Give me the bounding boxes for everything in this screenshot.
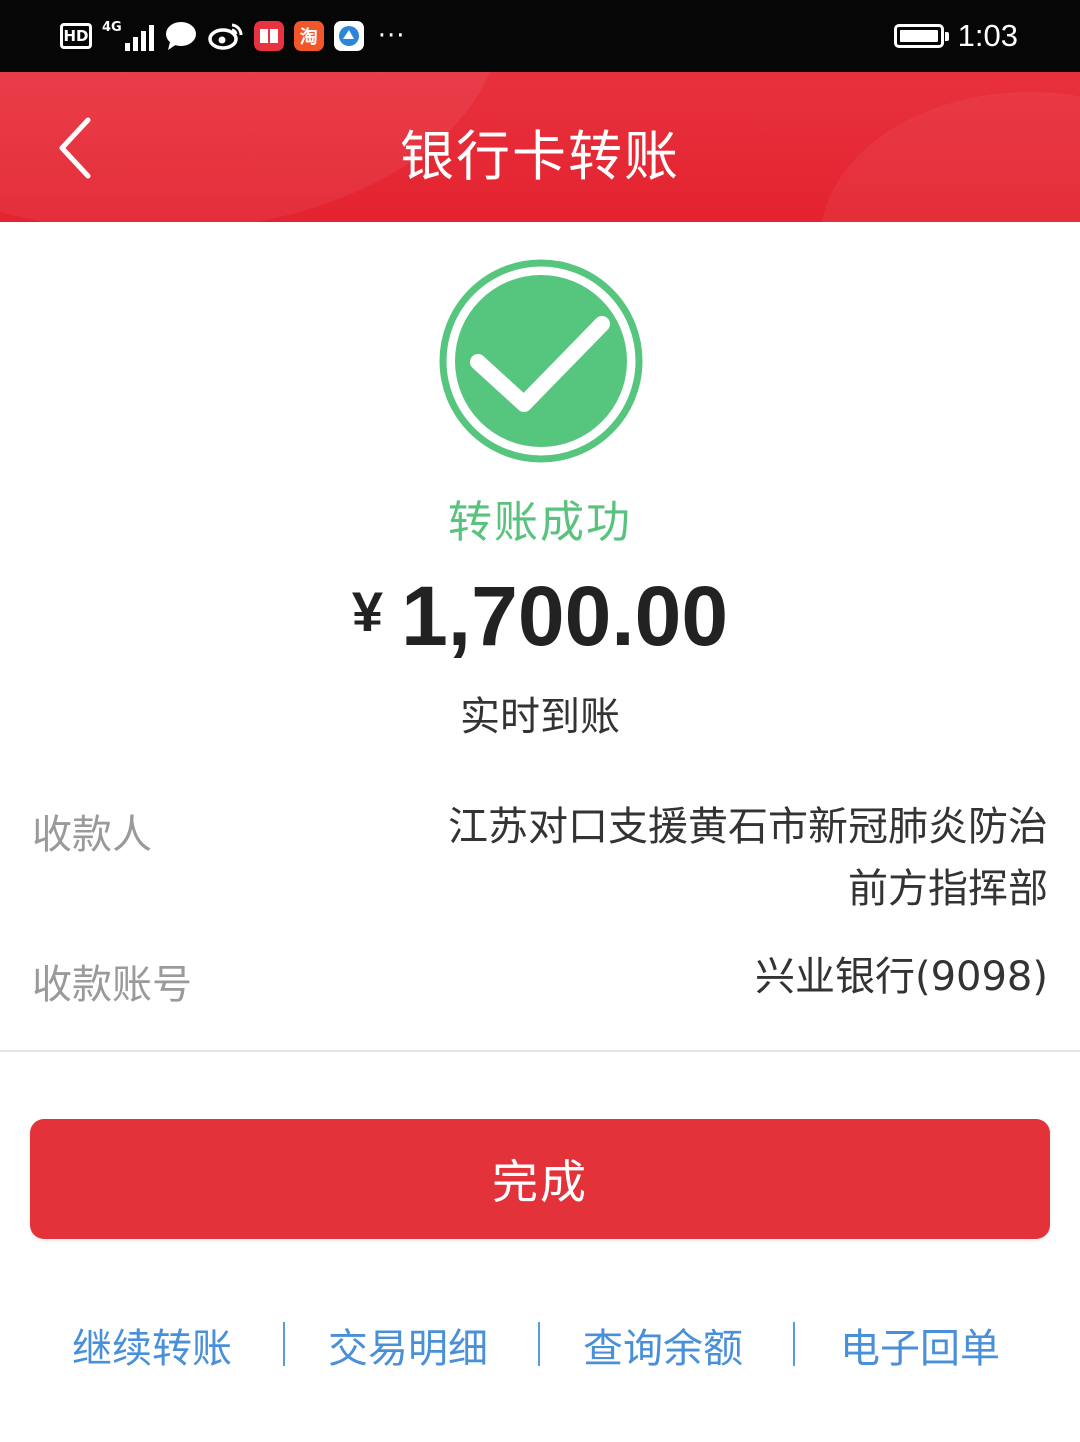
transfer-result-page: HD 4G 淘 ··· 1:03 银行卡转账 转账成功 ¥ 1,700.00 实… — [0, 0, 1080, 1442]
check-circle-icon — [439, 259, 643, 463]
app-header: 银行卡转账 — [0, 72, 1080, 222]
reader-app-icon — [253, 21, 284, 51]
network-type: 4G — [102, 20, 122, 35]
transaction-details-link[interactable]: 交易明细 — [328, 1316, 488, 1374]
status-bar: HD 4G 淘 ··· 1:03 — [0, 0, 1080, 72]
account-value: 兴业银行(9098) — [754, 954, 1048, 1000]
link-separator — [283, 1322, 285, 1366]
divider — [0, 1050, 1080, 1052]
signal-icon: 4G — [102, 21, 154, 51]
transfer-amount: ¥1,700.00 — [0, 568, 1080, 665]
hd-icon: HD — [60, 23, 92, 49]
continue-transfer-link[interactable]: 继续转账 — [72, 1316, 232, 1374]
currency-symbol: ¥ — [351, 580, 384, 643]
link-separator — [538, 1322, 540, 1366]
page-title: 银行卡转账 — [400, 125, 680, 188]
browser-app-icon — [333, 21, 364, 51]
payee-line-1: 江苏对口支援黄石市新冠肺炎防治 — [448, 804, 1048, 850]
check-balance-link[interactable]: 查询余额 — [583, 1316, 743, 1374]
status-icons-right: 1:03 — [893, 14, 1018, 58]
amount-value: 1,700.00 — [401, 569, 729, 663]
payee-line-2: 前方指挥部 — [848, 866, 1048, 912]
weibo-icon — [207, 23, 243, 50]
more-notifications-icon: ··· — [377, 21, 406, 51]
taobao-app-icon: 淘 — [293, 21, 324, 51]
quick-links: 继续转账 交易明细 查询余额 电子回单 — [0, 1316, 1080, 1380]
payee-value: 江苏对口支援黄石市新冠肺炎防治 前方指挥部 — [448, 796, 1048, 920]
arrival-type: 实时到账 — [460, 694, 620, 740]
chat-bubble-icon — [165, 22, 196, 50]
status-icons-left: HD 4G 淘 ··· — [60, 14, 406, 58]
done-button[interactable]: 完成 — [30, 1119, 1050, 1239]
battery-icon — [893, 24, 949, 48]
account-label: 收款账号 — [32, 962, 192, 1008]
link-separator — [793, 1322, 795, 1366]
transfer-status: 转账成功 — [448, 497, 632, 548]
payee-label: 收款人 — [32, 812, 152, 858]
status-time: 1:03 — [957, 18, 1018, 53]
e-receipt-link[interactable]: 电子回单 — [840, 1316, 1000, 1374]
